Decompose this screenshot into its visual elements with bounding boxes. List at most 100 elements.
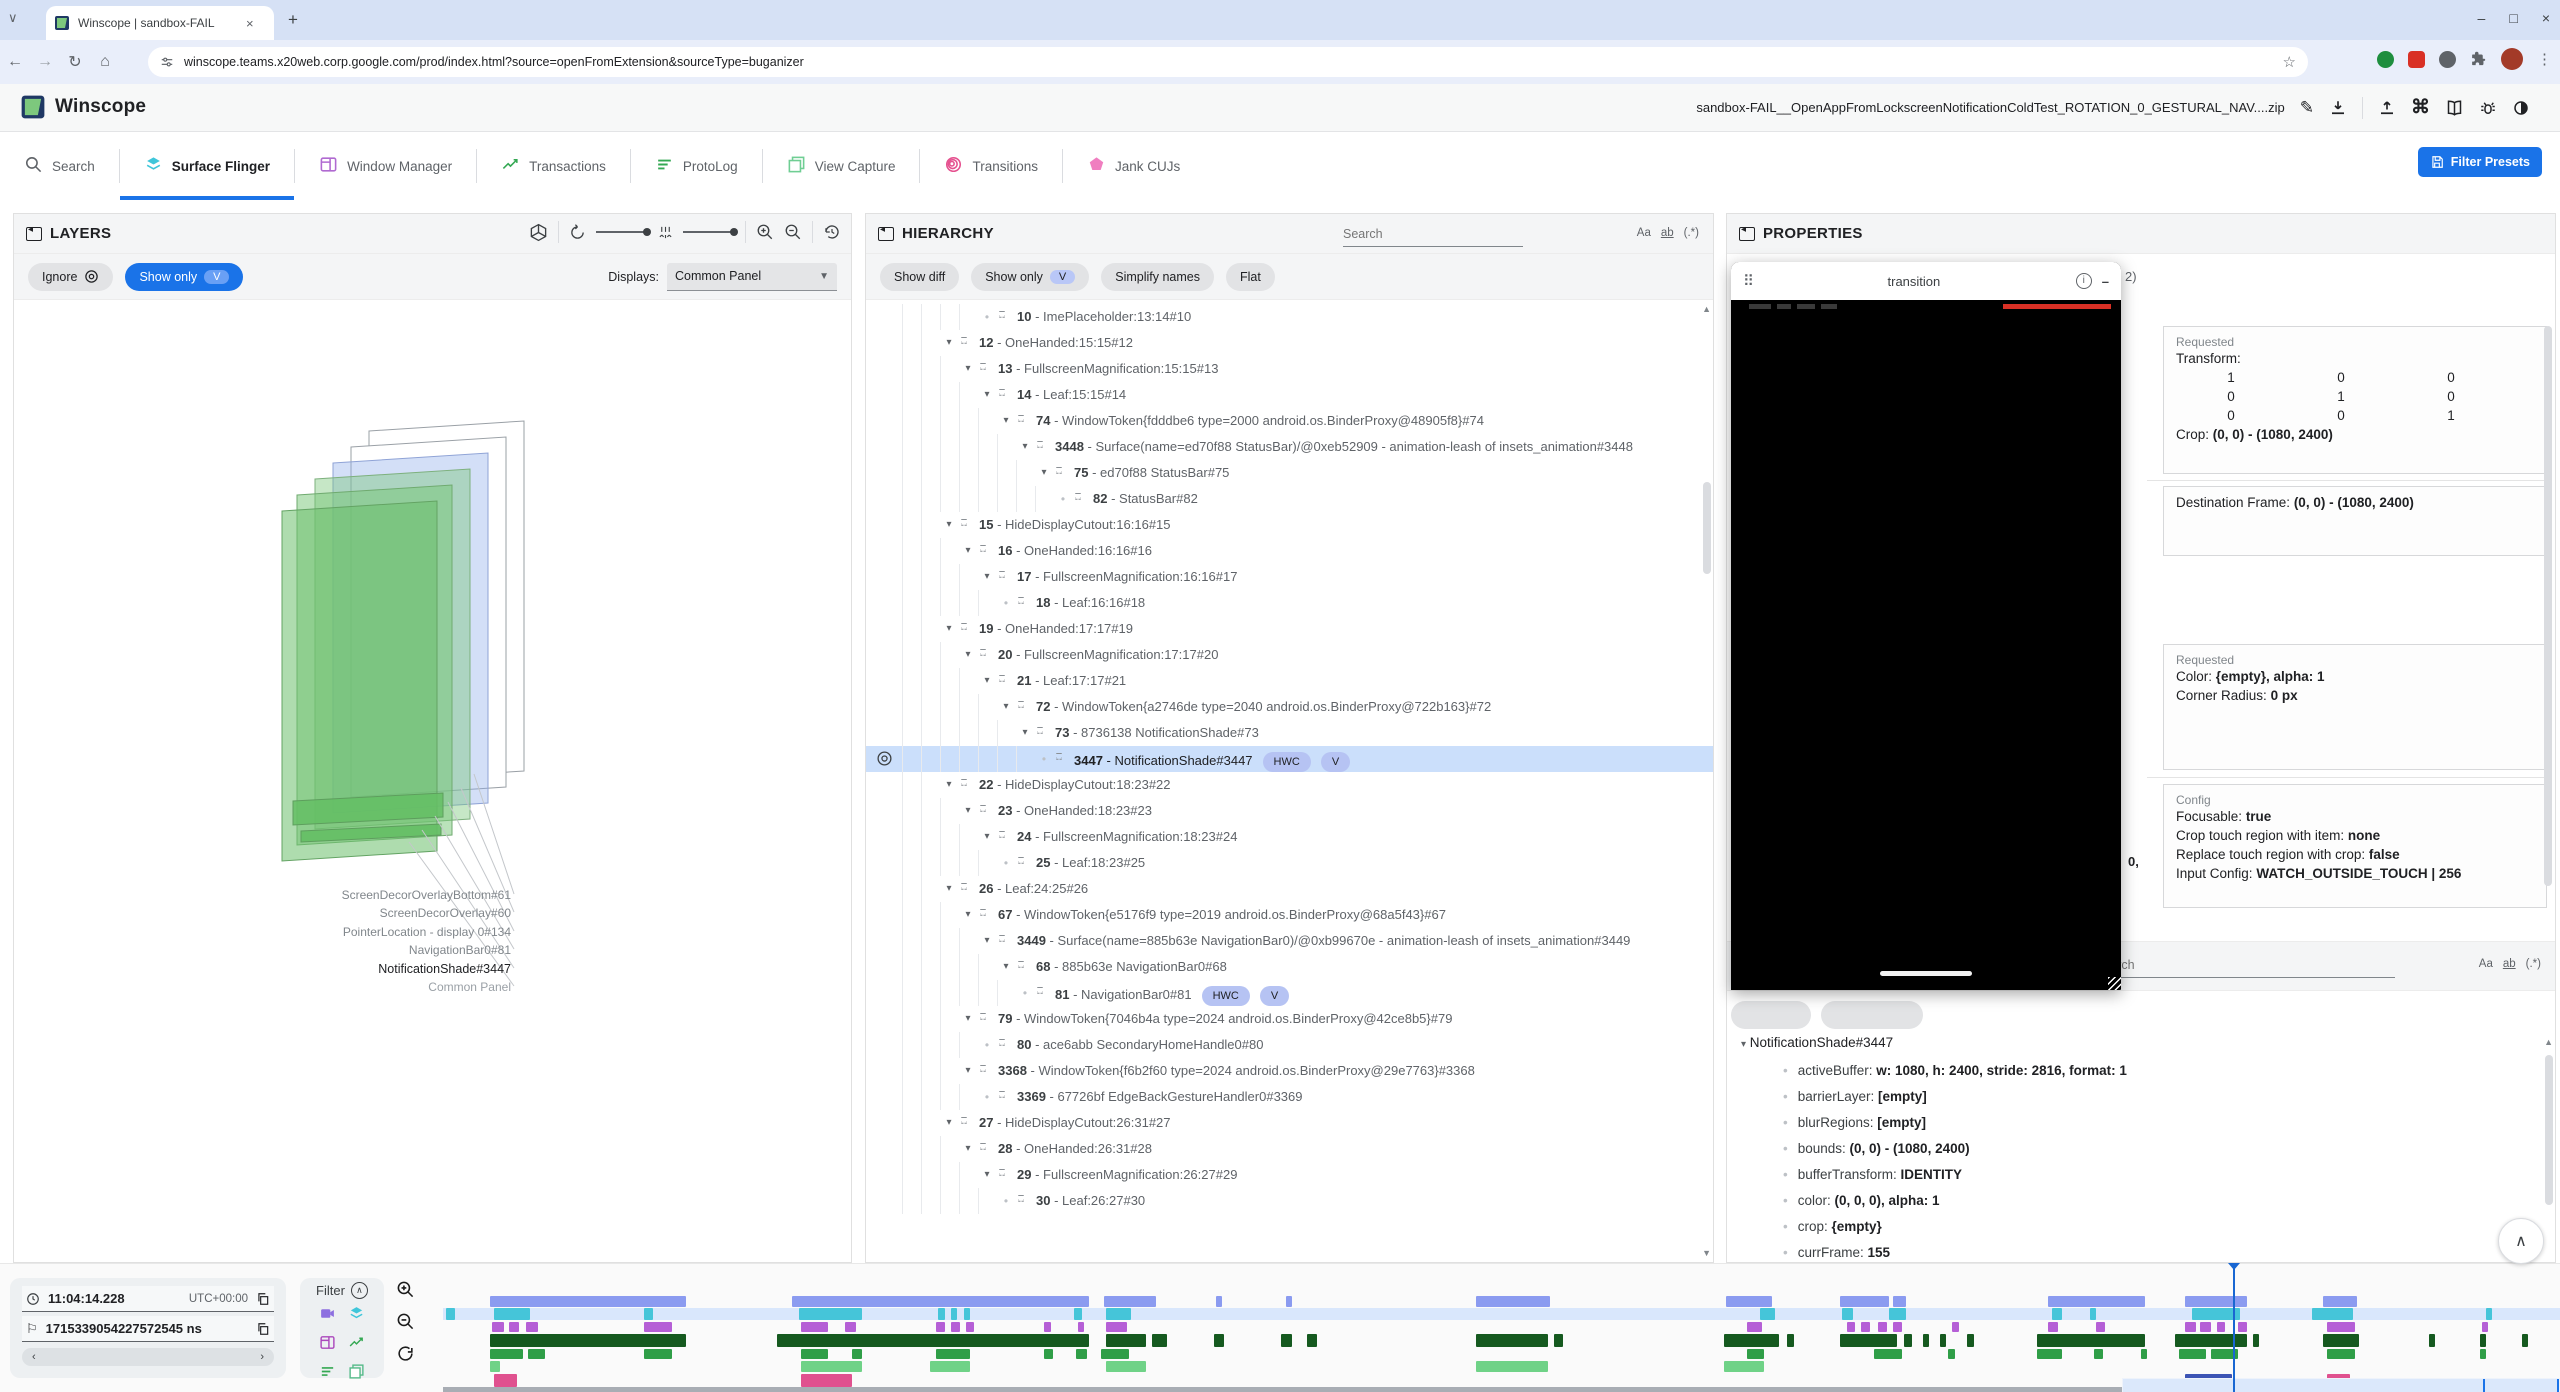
hierarchy-row[interactable]: • 18 - Leaf:16:16#18	[866, 590, 1713, 616]
hierarchy-row[interactable]: ▾ 21 - Leaf:17:17#21	[866, 668, 1713, 694]
extension-icon-green[interactable]	[2377, 51, 2394, 68]
hierarchy-row[interactable]: ▾ 17 - FullscreenMagnification:16:16#17	[866, 564, 1713, 590]
match-word-icon[interactable]: ab	[2503, 958, 2516, 970]
dark-mode-icon[interactable]	[2512, 99, 2530, 117]
scroll-down-icon[interactable]: ▼	[1702, 1248, 1711, 1258]
list-filter-icon[interactable]	[319, 1363, 336, 1385]
properties-scrollbar[interactable]	[2544, 326, 2552, 886]
simplify-names-chip[interactable]: Simplify names	[1101, 263, 1214, 291]
info-icon[interactable]: i	[2076, 273, 2092, 289]
property-item[interactable]: crop: {empty}	[1783, 1219, 1882, 1234]
scroll-up-icon[interactable]: ▲	[2544, 1037, 2553, 1047]
property-item[interactable]: bufferTransform: IDENTITY	[1783, 1167, 1962, 1182]
properties-tree-root[interactable]: ▾ NotificationShade#3447	[1741, 1035, 1893, 1050]
drag-handle-icon[interactable]: ⠿	[1743, 272, 1752, 290]
extension-icon-red[interactable]	[2408, 51, 2425, 68]
hierarchy-row[interactable]: ▾ 19 - OneHanded:17:17#19	[866, 616, 1713, 642]
display-select[interactable]: Common Panel ▼	[667, 263, 837, 291]
documentation-icon[interactable]	[2445, 99, 2464, 117]
hierarchy-row[interactable]: ▾ 22 - HideDisplayCutout:18:23#22	[866, 772, 1713, 798]
collapse-filter-icon[interactable]: ∧	[351, 1282, 368, 1299]
filter-presets-button[interactable]: Filter Presets	[2418, 147, 2542, 177]
hierarchy-row[interactable]: • 30 - Leaf:26:27#30	[866, 1188, 1713, 1214]
hierarchy-row[interactable]: ▾ 16 - OneHanded:16:16#16	[866, 538, 1713, 564]
url-bar[interactable]: winscope.teams.x20web.corp.google.com/pr…	[148, 47, 2308, 77]
hierarchy-row[interactable]: • 3369 - 67726bf EdgeBackGestureHandler0…	[866, 1084, 1713, 1110]
hierarchy-row[interactable]: ▾ 14 - Leaf:15:15#14	[866, 382, 1713, 408]
tab-close-icon[interactable]: ×	[246, 16, 254, 31]
tab-surface-flinger[interactable]: Surface Flinger	[120, 132, 294, 200]
hierarchy-row[interactable]: ▾ 3368 - WindowToken{f6b2f60 type=2024 a…	[866, 1058, 1713, 1084]
capture-filter-icon[interactable]	[348, 1363, 365, 1385]
hierarchy-row[interactable]: • 81 - NavigationBar0#81HWCV	[866, 980, 1713, 1006]
collapse-panel-icon[interactable]	[878, 227, 894, 241]
property-item[interactable]: activeBuffer: w: 1080, h: 2400, stride: …	[1783, 1063, 2127, 1078]
bookmark-icon[interactable]: ☆	[2283, 53, 2296, 71]
timeline-cursor[interactable]	[2233, 1263, 2235, 1392]
zoom-in-icon[interactable]	[756, 223, 774, 241]
hierarchy-row[interactable]: ▾ 3449 - Surface(name=885b63e Navigation…	[866, 928, 1713, 954]
copy-icon[interactable]	[256, 1322, 270, 1336]
report-bug-icon[interactable]	[2479, 99, 2497, 117]
zoom-out-icon[interactable]	[784, 223, 802, 241]
hierarchy-row[interactable]: ▾ 73 - 8736138 NotificationShade#73	[866, 720, 1713, 746]
hierarchy-row[interactable]: ▾ 13 - FullscreenMagnification:15:15#13	[866, 356, 1713, 382]
download-icon[interactable]	[2329, 99, 2347, 117]
tab-jank-cujs[interactable]: Jank CUJs	[1063, 132, 1204, 200]
hierarchy-scrollbar[interactable]	[1703, 482, 1711, 574]
spacing-icon[interactable]	[658, 224, 673, 241]
3d-view-icon[interactable]	[529, 223, 548, 242]
tab-transactions[interactable]: Transactions	[477, 132, 630, 200]
collapse-panel-icon[interactable]	[1739, 227, 1755, 241]
layer-label[interactable]: ScreenDecorOverlayBottom#61	[342, 888, 511, 902]
hierarchy-row[interactable]: • 25 - Leaf:18:23#25	[866, 850, 1713, 876]
shortcuts-icon[interactable]: ⌘	[2411, 96, 2430, 119]
layer-label[interactable]: Common Panel	[428, 980, 511, 994]
properties-chip[interactable]	[1821, 1001, 1923, 1029]
profile-avatar[interactable]	[2501, 48, 2523, 70]
hierarchy-row[interactable]: ▾ 74 - WindowToken{fdddbe6 type=2000 and…	[866, 408, 1713, 434]
regex-icon[interactable]: (.*)	[2526, 958, 2541, 970]
upload-icon[interactable]	[2378, 99, 2396, 117]
scroll-up-icon[interactable]: ▲	[1702, 304, 1711, 314]
layer-label[interactable]: NotificationShade#3447	[378, 962, 511, 976]
timeline-scroll-track[interactable]	[443, 1387, 2122, 1392]
transition-overlay[interactable]: ⠿ transition i –	[1731, 262, 2121, 990]
match-case-icon[interactable]: Aa	[1637, 227, 1651, 239]
layer-label[interactable]: NavigationBar0#81	[409, 943, 511, 957]
rotation-icon[interactable]	[569, 224, 586, 241]
tab-transitions[interactable]: Transitions	[920, 132, 1062, 200]
property-item[interactable]: barrierLayer: [empty]	[1783, 1089, 1927, 1104]
hierarchy-row[interactable]: ▾ 79 - WindowToken{7046b4a type=2024 and…	[866, 1006, 1713, 1032]
timeline-selection[interactable]	[2122, 1378, 2560, 1392]
hierarchy-row[interactable]: ▾ 27 - HideDisplayCutout:26:31#27	[866, 1110, 1713, 1136]
show-only-chip[interactable]: Show only V	[971, 263, 1089, 291]
minimize-overlay-icon[interactable]: –	[2102, 274, 2109, 289]
hierarchy-row[interactable]: ▾ 28 - OneHanded:26:31#28	[866, 1136, 1713, 1162]
property-item[interactable]: blurRegions: [empty]	[1783, 1115, 1926, 1130]
tab-search[interactable]: Search	[0, 132, 119, 200]
hierarchy-search-input[interactable]	[1343, 221, 1523, 247]
hierarchy-row[interactable]: • 80 - ace6abb SecondaryHomeHandle0#80	[866, 1032, 1713, 1058]
layer-label[interactable]: PointerLocation - display 0#134	[343, 925, 511, 939]
spacing-slider[interactable]	[683, 231, 735, 233]
hierarchy-row[interactable]: ▾ 23 - OneHanded:18:23#23	[866, 798, 1713, 824]
transition-overlay-header[interactable]: ⠿ transition i –	[1731, 262, 2121, 300]
collapse-panel-icon[interactable]	[26, 227, 42, 241]
window-close-icon[interactable]: ×	[2542, 10, 2550, 26]
tab-view-capture[interactable]: View Capture	[763, 132, 920, 200]
layer-label[interactable]: ScreenDecorOverlay#60	[380, 906, 511, 920]
layers-filter-icon[interactable]	[348, 1305, 365, 1327]
match-case-icon[interactable]: Aa	[2479, 958, 2493, 970]
reset-view-icon[interactable]	[823, 223, 841, 241]
copy-icon[interactable]	[256, 1292, 270, 1306]
hierarchy-row[interactable]: ▾ 15 - HideDisplayCutout:16:16#15	[866, 512, 1713, 538]
scroll-to-top-button[interactable]: ∧	[2498, 1218, 2544, 1264]
camera-filter-icon[interactable]	[319, 1305, 336, 1327]
extensions-puzzle-icon[interactable]	[2470, 51, 2487, 68]
hierarchy-row[interactable]: ▾ 26 - Leaf:24:25#26	[866, 876, 1713, 902]
hierarchy-row[interactable]: ▾ 72 - WindowToken{a2746de type=2040 and…	[866, 694, 1713, 720]
human-time-row[interactable]: 11:04:14.228 UTC+00:00	[22, 1286, 274, 1312]
track-screen-recording[interactable]	[443, 1296, 2560, 1307]
resize-handle[interactable]	[2108, 977, 2121, 990]
